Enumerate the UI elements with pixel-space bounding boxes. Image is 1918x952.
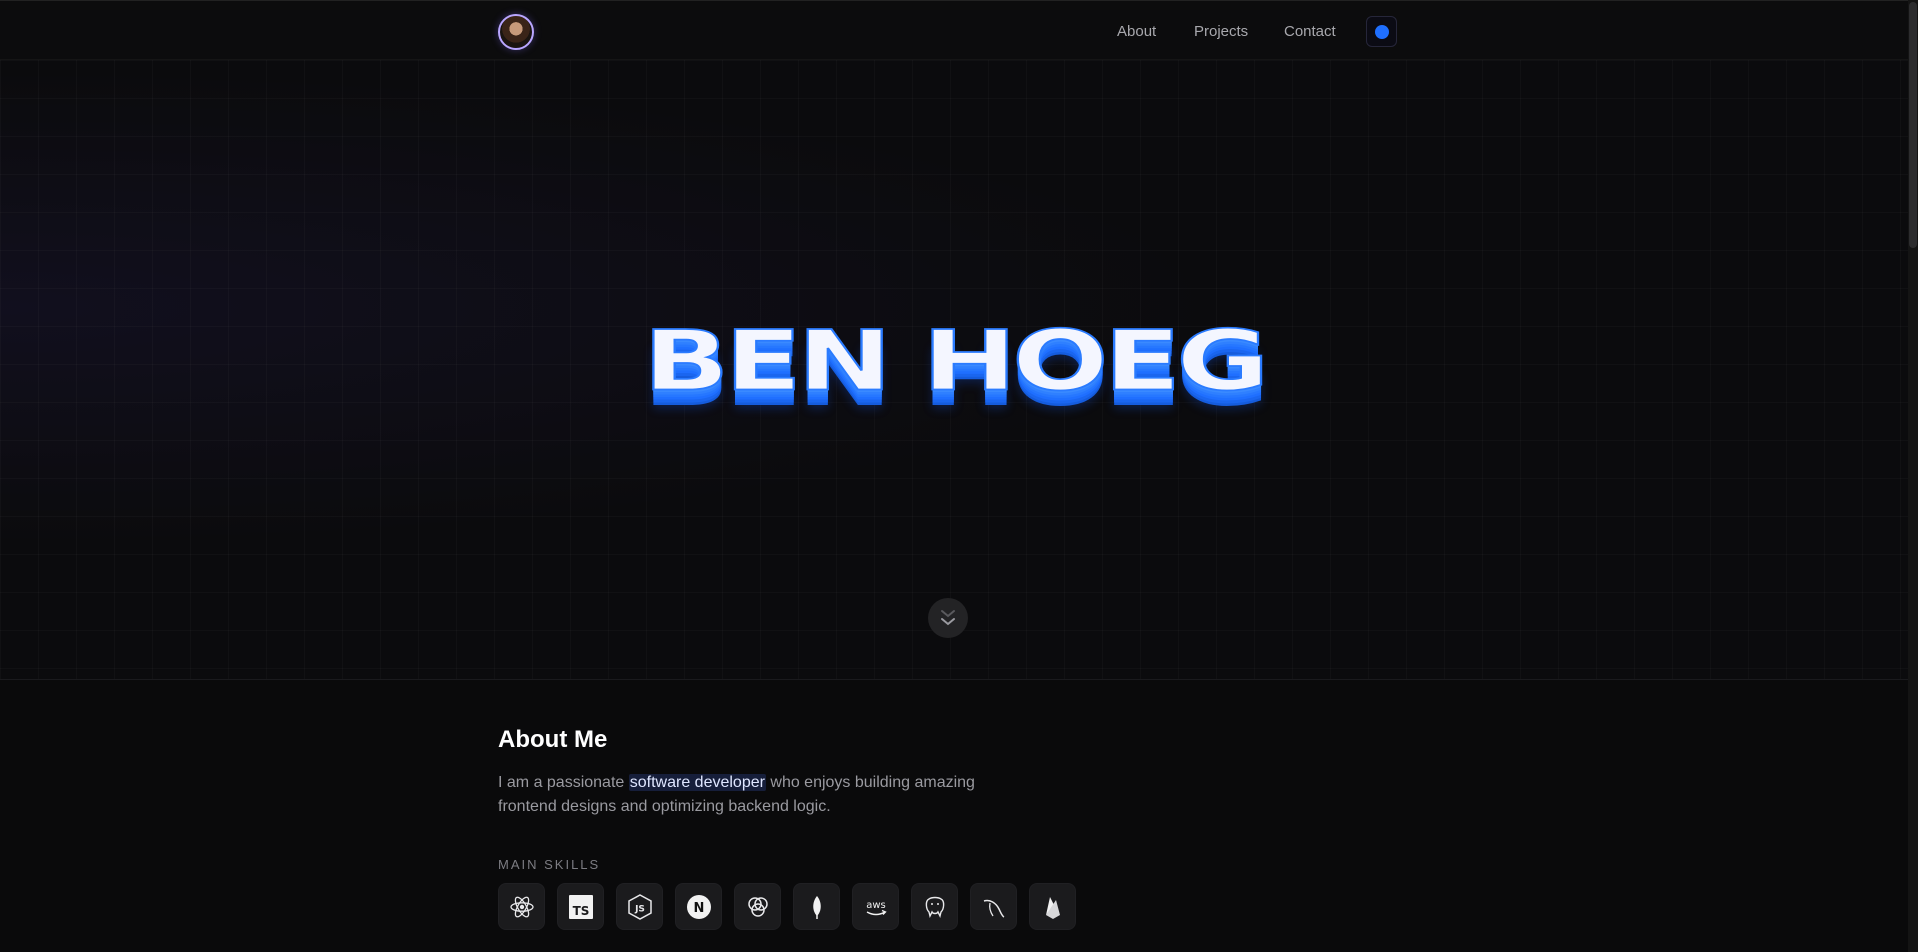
skill-typescript[interactable]: TS: [557, 883, 604, 930]
skill-nextjs[interactable]: N: [675, 883, 722, 930]
skill-postgresql[interactable]: [911, 883, 958, 930]
nav-contact-link[interactable]: Contact: [1284, 23, 1336, 40]
svg-text:aws: aws: [866, 900, 886, 911]
firebase-icon: [1045, 896, 1060, 919]
about-highlight: software developer: [628, 774, 766, 791]
skill-javascript[interactable]: JS: [616, 883, 663, 930]
skill-react[interactable]: [498, 883, 545, 930]
skill-aws[interactable]: aws: [852, 883, 899, 930]
theme-toggle-button[interactable]: [1366, 16, 1397, 47]
hero-title: BEN HOEG: [642, 312, 1271, 410]
skill-mongodb[interactable]: [793, 883, 840, 930]
mysql-icon: [983, 899, 1004, 918]
svg-text:N: N: [693, 901, 704, 916]
about-text-start: I am a passionate: [498, 774, 629, 791]
aws-icon: aws: [866, 900, 887, 915]
skill-graphql[interactable]: [734, 883, 781, 930]
skill-mysql[interactable]: [970, 883, 1017, 930]
postgresql-icon: [925, 896, 944, 918]
theme-dot-icon: [1374, 24, 1389, 39]
mongodb-icon: [812, 895, 821, 919]
scrollbar-thumb[interactable]: [1909, 2, 1917, 248]
hero-section: BEN HOEG: [0, 60, 1908, 680]
scroll-down-button[interactable]: [928, 598, 968, 638]
site-header: About Projects Contact: [0, 0, 1908, 60]
skills-label: MAIN SKILLS: [498, 857, 601, 872]
nextjs-icon: N: [686, 894, 711, 919]
double-chevron-down-icon: [941, 610, 955, 626]
about-description: I am a passionate software developer who…: [498, 771, 1018, 819]
typescript-icon: TS: [568, 894, 593, 919]
nav-projects-link[interactable]: Projects: [1194, 23, 1248, 40]
page: About Projects Contact BEN HOEG About Me…: [0, 0, 1918, 952]
about-title: About Me: [498, 726, 608, 753]
graphql-icon: [747, 896, 768, 917]
skill-firebase[interactable]: [1029, 883, 1076, 930]
skills-list: TS JS N aws: [498, 883, 1076, 930]
svg-text:TS: TS: [572, 904, 589, 918]
react-icon: [509, 896, 534, 917]
nav-about-link[interactable]: About: [1117, 23, 1156, 40]
javascript-icon: JS: [627, 893, 652, 920]
page-scrollbar[interactable]: [1908, 0, 1918, 952]
avatar[interactable]: [498, 14, 534, 50]
svg-text:JS: JS: [634, 904, 645, 914]
